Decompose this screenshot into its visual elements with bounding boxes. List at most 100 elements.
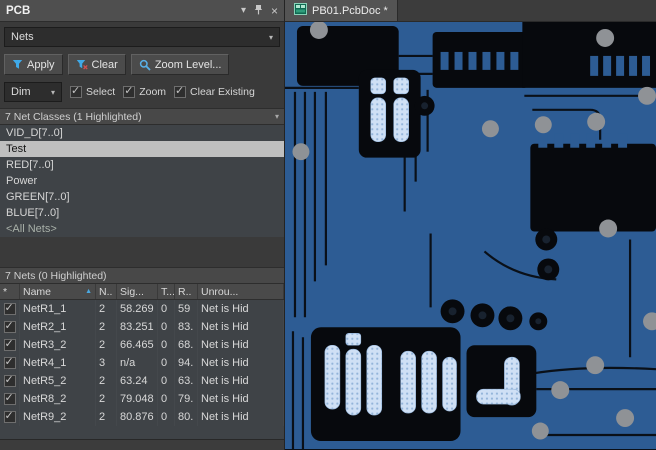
net-classes-header[interactable]: 7 Net Classes (1 Highlighted) ▾ bbox=[0, 108, 284, 125]
net-checkbox[interactable]: ✓ bbox=[3, 338, 16, 351]
net-checkbox[interactable]: ✓ bbox=[3, 356, 16, 369]
column-header-name[interactable]: Name ▲ bbox=[20, 284, 96, 299]
net-checkbox[interactable]: ✓ bbox=[3, 302, 16, 315]
table-row[interactable]: ✓ NetR3_2 2 66.465 0 68. Net is Hid bbox=[0, 336, 284, 354]
column-header-signal[interactable]: Sig... bbox=[117, 284, 158, 299]
pin-icon[interactable] bbox=[254, 4, 263, 18]
net-name: NetR8_2 bbox=[20, 390, 96, 408]
dim-select-value: Dim bbox=[11, 86, 31, 98]
net-checkbox[interactable]: ✓ bbox=[3, 392, 16, 405]
net-unrouted: Net is Hid bbox=[198, 354, 284, 372]
panel-mode-select[interactable]: Nets ▾ bbox=[4, 27, 280, 47]
editor-pane: PB01.PcbDoc * bbox=[285, 0, 656, 450]
panel-title: PCB bbox=[6, 4, 31, 17]
net-signal: 83.251 bbox=[117, 318, 158, 336]
table-row[interactable]: ✓ NetR8_2 2 79.048 0 79. Net is Hid bbox=[0, 390, 284, 408]
dim-select[interactable]: Dim ▾ bbox=[4, 82, 62, 102]
column-header-unrouted[interactable]: Unrou... bbox=[198, 284, 284, 299]
net-routed: 83. bbox=[175, 318, 198, 336]
zoom-level-button[interactable]: Zoom Level... bbox=[130, 54, 230, 75]
apply-button[interactable]: Apply bbox=[4, 54, 63, 75]
close-icon[interactable]: × bbox=[271, 5, 278, 17]
net-classes-header-label: 7 Net Classes (1 Highlighted) bbox=[5, 110, 142, 123]
chevron-down-icon: ▾ bbox=[268, 32, 273, 42]
panel-menu-dropdown-icon[interactable]: ▾ bbox=[241, 5, 246, 16]
column-header-t[interactable]: T... bbox=[158, 284, 175, 299]
net-class-item-selected[interactable]: Test bbox=[0, 141, 284, 157]
net-name: NetR5_2 bbox=[20, 372, 96, 390]
net-class-item[interactable]: VID_D[7..0] bbox=[0, 125, 284, 141]
check-icon: ✓ bbox=[4, 302, 14, 314]
check-icon: ✓ bbox=[175, 85, 185, 97]
net-signal: n/a bbox=[117, 354, 158, 372]
net-class-item-all-nets[interactable]: <All Nets> bbox=[0, 221, 284, 237]
table-row[interactable]: ✓ NetR2_1 2 83.251 0 83. Net is Hid bbox=[0, 318, 284, 336]
clear-existing-checkbox-group[interactable]: ✓ Clear Existing bbox=[174, 85, 255, 98]
table-row[interactable]: ✓ NetR1_1 2 58.269 0 59 Net is Hid bbox=[0, 300, 284, 318]
net-nodes: 2 bbox=[96, 336, 117, 354]
zoom-checkbox[interactable]: ✓ bbox=[123, 85, 136, 98]
clear-existing-checkbox[interactable]: ✓ bbox=[174, 85, 187, 98]
check-icon: ✓ bbox=[71, 85, 81, 97]
net-t: 0 bbox=[158, 300, 175, 318]
column-header-routed[interactable]: R.. bbox=[175, 284, 198, 299]
net-nodes: 2 bbox=[96, 300, 117, 318]
net-signal: 63.24 bbox=[117, 372, 158, 390]
net-unrouted: Net is Hid bbox=[198, 336, 284, 354]
net-unrouted: Net is Hid bbox=[198, 390, 284, 408]
column-header-check[interactable]: * bbox=[0, 284, 20, 299]
net-class-item[interactable]: GREEN[7..0] bbox=[0, 189, 284, 205]
document-tabbar: PB01.PcbDoc * bbox=[285, 0, 656, 22]
net-nodes: 2 bbox=[96, 390, 117, 408]
magnifier-icon bbox=[139, 59, 151, 71]
filter-apply-icon bbox=[12, 59, 23, 70]
column-header-name-label: Name bbox=[23, 285, 52, 298]
net-name: NetR1_1 bbox=[20, 300, 96, 318]
check-icon: ✓ bbox=[124, 85, 134, 97]
select-checkbox-label: Select bbox=[86, 86, 116, 98]
net-unrouted: Net is Hid bbox=[198, 408, 284, 426]
net-signal: 80.876 bbox=[117, 408, 158, 426]
net-class-list: VID_D[7..0] Test RED[7..0] Power GREEN[7… bbox=[0, 125, 284, 237]
clear-button[interactable]: Clear bbox=[67, 54, 126, 75]
table-row[interactable]: ✓ NetR5_2 2 63.24 0 63. Net is Hid bbox=[0, 372, 284, 390]
select-checkbox-group[interactable]: ✓ Select bbox=[70, 85, 116, 98]
net-routed: 63. bbox=[175, 372, 198, 390]
net-name: NetR3_2 bbox=[20, 336, 96, 354]
table-fill bbox=[0, 426, 284, 440]
select-checkbox[interactable]: ✓ bbox=[70, 85, 82, 98]
net-nodes: 2 bbox=[96, 318, 117, 336]
net-signal: 66.465 bbox=[117, 336, 158, 354]
zoom-checkbox-group[interactable]: ✓ Zoom bbox=[123, 85, 166, 98]
nets-table-header: * Name ▲ N.. Sig... T... R.. Unrou... bbox=[0, 284, 284, 300]
net-class-item[interactable]: Power bbox=[0, 173, 284, 189]
check-icon: ✓ bbox=[4, 374, 14, 386]
app-root: PCB ▾ × Nets ▾ Apply Clear Zoom Level... bbox=[0, 0, 656, 450]
net-unrouted: Net is Hid bbox=[198, 318, 284, 336]
clear-button-label: Clear bbox=[91, 58, 118, 71]
table-row[interactable]: ✓ NetR4_1 3 n/a 0 94. Net is Hid bbox=[0, 354, 284, 372]
filter-clear-icon bbox=[76, 59, 88, 70]
clear-existing-checkbox-label: Clear Existing bbox=[190, 86, 255, 98]
zoom-level-button-label: Zoom Level... bbox=[154, 58, 222, 71]
dim-row: Dim ▾ ✓ Select ✓ Zoom ✓ Clear Existing bbox=[0, 78, 284, 108]
panel-mode-value: Nets bbox=[11, 31, 34, 43]
net-class-item[interactable]: RED[7..0] bbox=[0, 157, 284, 173]
check-icon: ✓ bbox=[4, 410, 14, 422]
table-row[interactable]: ✓ NetR9_2 2 80.876 0 80. Net is Hid bbox=[0, 408, 284, 426]
net-checkbox[interactable]: ✓ bbox=[3, 320, 16, 333]
net-checkbox[interactable]: ✓ bbox=[3, 374, 16, 387]
nets-header[interactable]: 7 Nets (0 Highlighted) bbox=[0, 267, 284, 284]
column-header-nodes[interactable]: N.. bbox=[96, 284, 117, 299]
chevron-down-icon: ▾ bbox=[50, 87, 55, 97]
check-icon: ✓ bbox=[4, 392, 14, 404]
tab-pb01-pcbdoc[interactable]: PB01.PcbDoc * bbox=[285, 0, 398, 21]
chevron-down-icon: ▾ bbox=[274, 112, 279, 121]
net-routed: 94. bbox=[175, 354, 198, 372]
net-class-item[interactable]: BLUE[7..0] bbox=[0, 205, 284, 221]
pcb-editor-canvas[interactable] bbox=[285, 22, 656, 450]
net-name: NetR9_2 bbox=[20, 408, 96, 426]
panel-bottom-splitter[interactable] bbox=[0, 439, 284, 450]
net-checkbox[interactable]: ✓ bbox=[3, 410, 16, 423]
net-name: NetR4_1 bbox=[20, 354, 96, 372]
